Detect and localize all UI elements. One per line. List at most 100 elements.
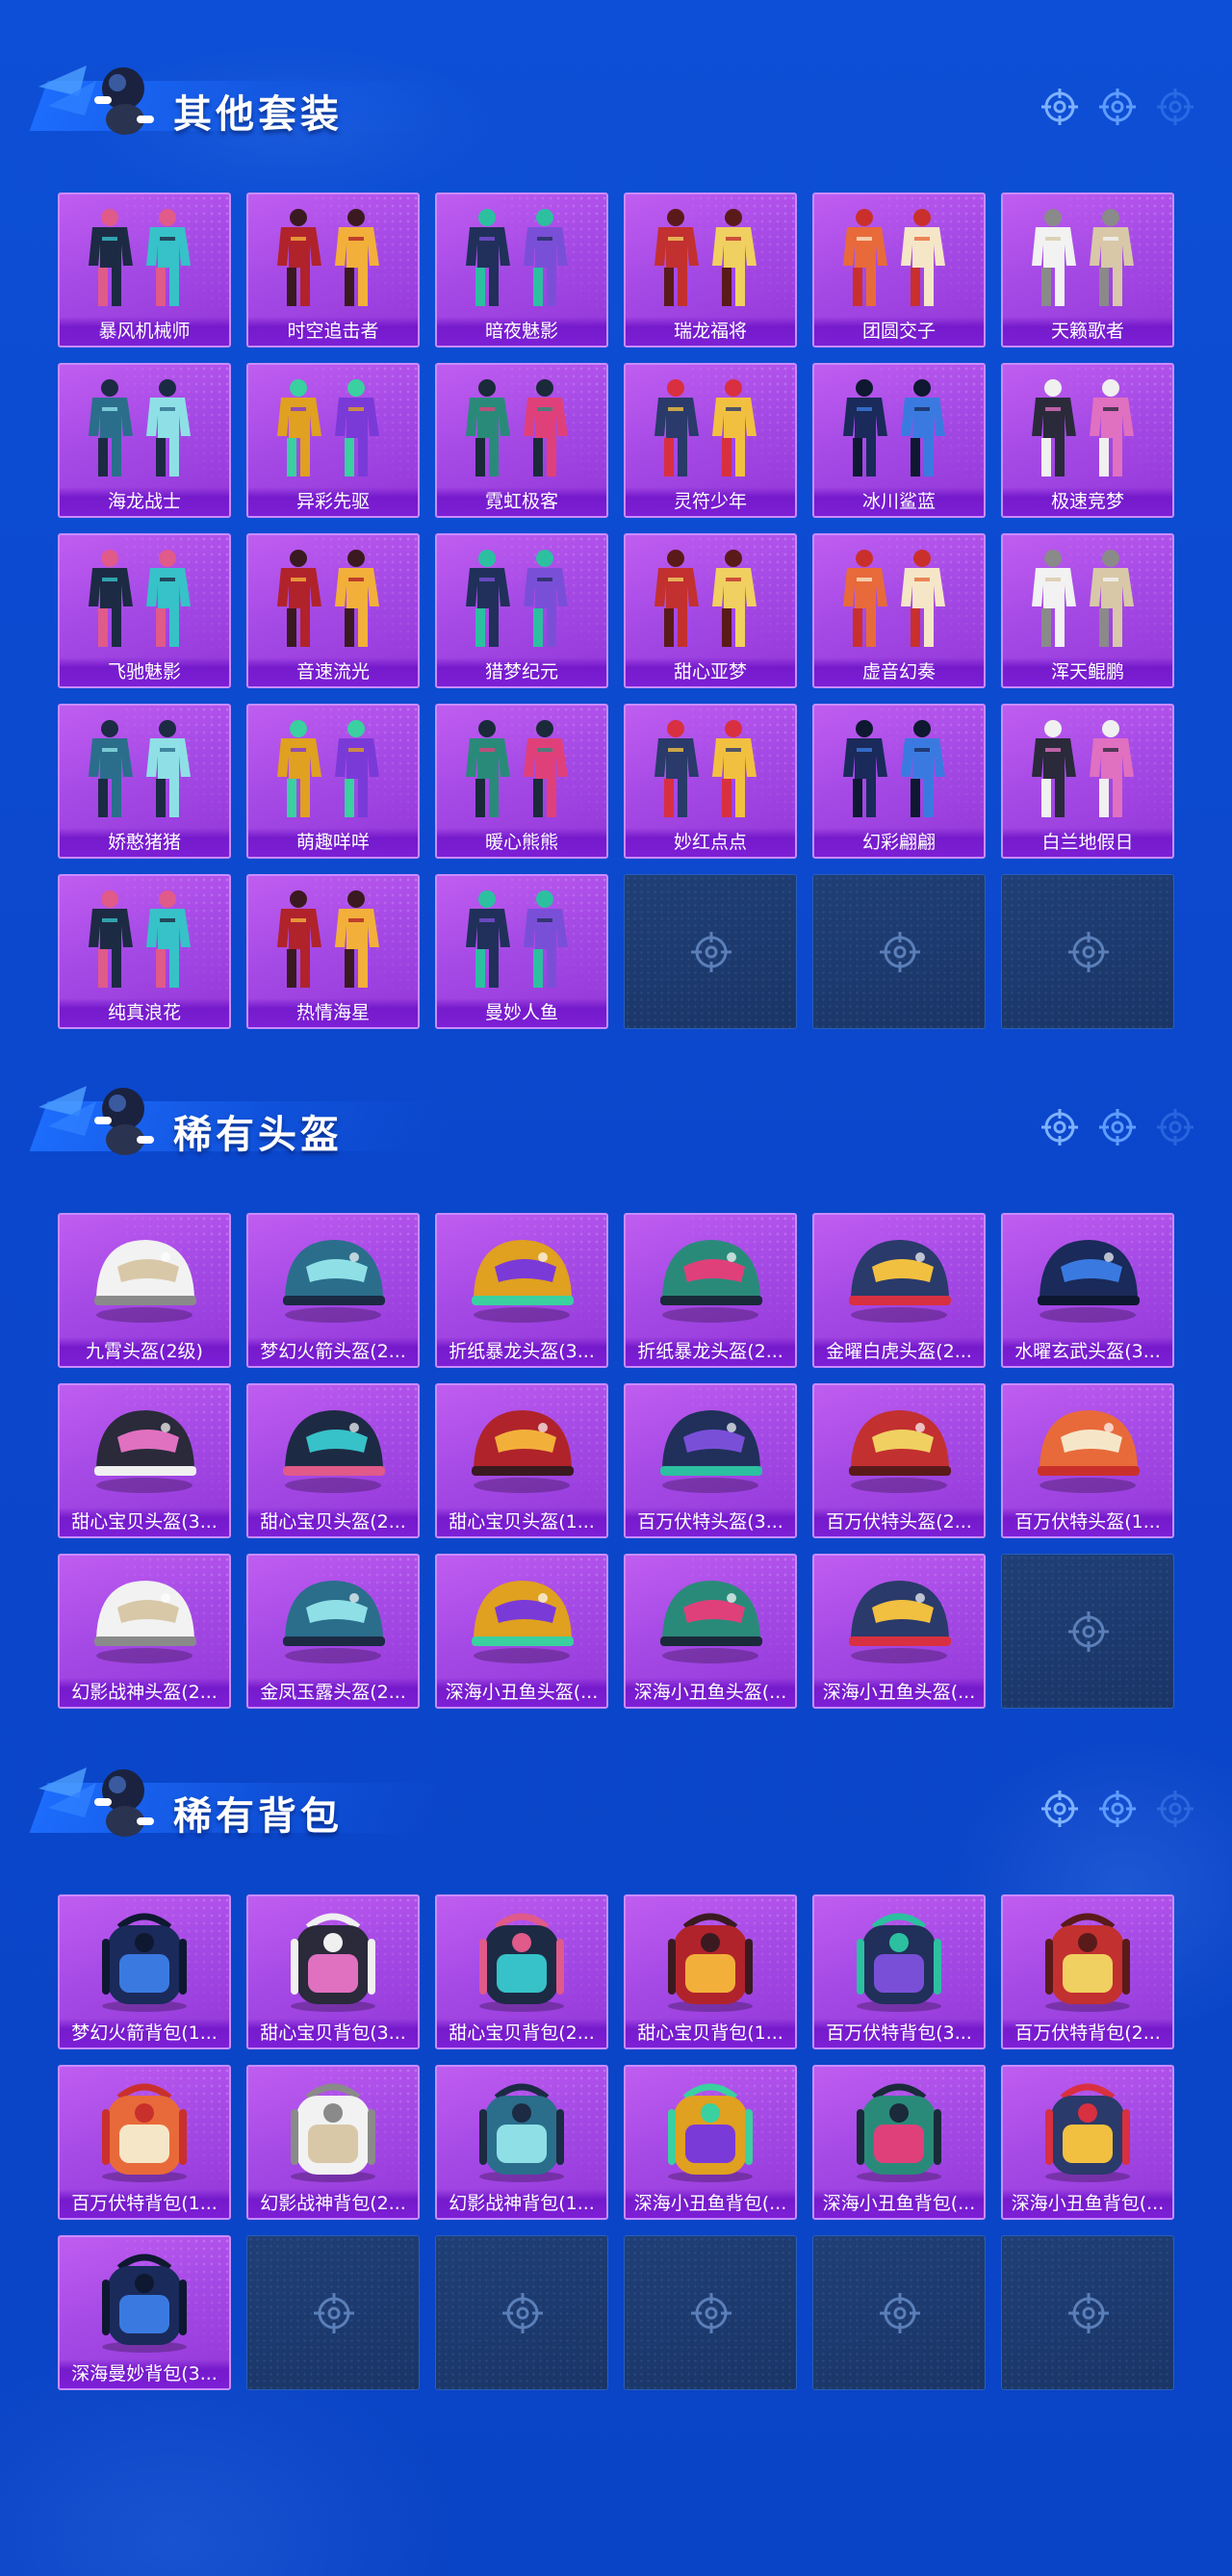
backpack-thumbnail xyxy=(857,1913,941,2012)
outfit-thumbnail xyxy=(89,379,191,477)
helmet-card[interactable]: 百万伏特头盔(1... xyxy=(1001,1383,1174,1538)
helmet-thumbnail xyxy=(660,1581,762,1663)
outfit-card[interactable]: 娇憨猪猪 xyxy=(58,704,231,859)
helmet-card[interactable]: 金曜白虎头盔(2... xyxy=(812,1213,986,1368)
outfit-card[interactable]: 霓虹极客 xyxy=(435,363,608,518)
helmet-card[interactable]: 梦幻火箭头盔(2... xyxy=(246,1213,420,1368)
helmet-card[interactable]: 九霄头盔(2级) xyxy=(58,1213,231,1368)
item-name: 虚音幻奏 xyxy=(814,657,984,686)
outfit-card[interactable]: 暗夜魅影 xyxy=(435,193,608,348)
item-name: 深海小丑鱼头盔(... xyxy=(814,1678,984,1707)
outfit-card[interactable]: 瑞龙福将 xyxy=(624,193,797,348)
outfit-card[interactable]: 猎梦纪元 xyxy=(435,533,608,688)
backpack-card[interactable]: 深海小丑鱼背包(... xyxy=(624,2065,797,2220)
backpack-card[interactable]: 甜心宝贝背包(1... xyxy=(624,1894,797,2049)
helmet-card[interactable]: 甜心宝贝头盔(2... xyxy=(246,1383,420,1538)
parachuter-icon xyxy=(38,65,154,135)
outfit-card[interactable]: 灵符少年 xyxy=(624,363,797,518)
outfit-card[interactable]: 纯真浪花 xyxy=(58,874,231,1029)
helmet-card[interactable]: 幻影战神头盔(2... xyxy=(58,1554,231,1709)
outfit-card[interactable]: 暖心熊熊 xyxy=(435,704,608,859)
crosshair-icon xyxy=(1068,2293,1109,2333)
helmet-card[interactable]: 深海小丑鱼头盔(... xyxy=(812,1554,986,1709)
item-name: 梦幻火箭背包(1... xyxy=(60,2019,229,2048)
helmet-thumbnail xyxy=(94,1581,196,1663)
outfit-card[interactable]: 天籁歌者 xyxy=(1001,193,1174,348)
backpack-card[interactable]: 百万伏特背包(2... xyxy=(1001,1894,1174,2049)
outfit-thumbnail xyxy=(466,550,568,647)
item-name: 萌趣咩咩 xyxy=(248,828,418,857)
backpack-card[interactable]: 百万伏特背包(3... xyxy=(812,1894,986,2049)
outfit-thumbnail xyxy=(89,550,191,647)
outfit-card[interactable]: 团圆交子 xyxy=(812,193,986,348)
section-header: 其他套装 xyxy=(29,48,452,154)
helmet-card[interactable]: 折纸暴龙头盔(3... xyxy=(435,1213,608,1368)
helmet-card[interactable]: 金凤玉露头盔(2... xyxy=(246,1554,420,1709)
outfit-card[interactable]: 萌趣咩咩 xyxy=(246,704,420,859)
outfit-card[interactable]: 甜心亚梦 xyxy=(624,533,797,688)
item-name: 纯真浪花 xyxy=(60,998,229,1027)
helmet-card[interactable]: 水曜玄武头盔(3... xyxy=(1001,1213,1174,1368)
crosshair-icon xyxy=(1099,89,1136,125)
backpack-card[interactable]: 幻影战神背包(1... xyxy=(435,2065,608,2220)
item-name: 幻影战神背包(2... xyxy=(248,2189,418,2218)
backpack-thumbnail xyxy=(668,2083,753,2182)
item-name: 飞驰魅影 xyxy=(60,657,229,686)
backpack-card[interactable]: 甜心宝贝背包(2... xyxy=(435,1894,608,2049)
outfit-card[interactable]: 热情海星 xyxy=(246,874,420,1029)
item-name: 妙红点点 xyxy=(626,828,795,857)
helmet-thumbnail xyxy=(283,1581,385,1663)
item-name: 曼妙人鱼 xyxy=(437,998,606,1027)
outfit-card[interactable]: 虚音幻奏 xyxy=(812,533,986,688)
backpack-card[interactable]: 深海曼妙背包(3... xyxy=(58,2235,231,2390)
item-name: 幻影战神头盔(2... xyxy=(60,1678,229,1707)
backpack-thumbnail xyxy=(1045,1913,1130,2012)
helmet-card[interactable]: 深海小丑鱼头盔(... xyxy=(624,1554,797,1709)
outfit-card[interactable]: 幻彩翩翩 xyxy=(812,704,986,859)
backpack-card[interactable]: 梦幻火箭背包(1... xyxy=(58,1894,231,2049)
outfit-card[interactable]: 音速流光 xyxy=(246,533,420,688)
outfit-thumbnail xyxy=(1032,720,1134,817)
outfit-card[interactable]: 浑天鲲鹏 xyxy=(1001,533,1174,688)
backpack-card[interactable]: 幻影战神背包(2... xyxy=(246,2065,420,2220)
outfit-card[interactable]: 妙红点点 xyxy=(624,704,797,859)
outfit-card[interactable]: 飞驰魅影 xyxy=(58,533,231,688)
helmet-card[interactable]: 百万伏特头盔(3... xyxy=(624,1383,797,1538)
item-name: 热情海星 xyxy=(248,998,418,1027)
backpack-card[interactable]: 深海小丑鱼背包(... xyxy=(1001,2065,1174,2220)
outfit-thumbnail xyxy=(654,720,757,817)
helmet-thumbnail xyxy=(283,1240,385,1323)
backpack-card[interactable]: 百万伏特背包(1... xyxy=(58,2065,231,2220)
outfit-card[interactable]: 暴风机械师 xyxy=(58,193,231,348)
helmet-card[interactable]: 折纸暴龙头盔(2... xyxy=(624,1213,797,1368)
outfit-card[interactable]: 异彩先驱 xyxy=(246,363,420,518)
empty-slot xyxy=(624,2235,797,2390)
item-name: 极速竞梦 xyxy=(1003,487,1172,516)
item-name: 霓虹极客 xyxy=(437,487,606,516)
item-name: 折纸暴龙头盔(3... xyxy=(437,1337,606,1366)
outfit-thumbnail xyxy=(1032,209,1134,306)
backpack-card[interactable]: 甜心宝贝背包(3... xyxy=(246,1894,420,2049)
outfit-card[interactable]: 极速竞梦 xyxy=(1001,363,1174,518)
item-name: 百万伏特头盔(1... xyxy=(1003,1507,1172,1536)
item-name: 灵符少年 xyxy=(626,487,795,516)
outfit-card[interactable]: 时空追击者 xyxy=(246,193,420,348)
outfit-card[interactable]: 冰川鲨蓝 xyxy=(812,363,986,518)
helmet-card[interactable]: 甜心宝贝头盔(3... xyxy=(58,1383,231,1538)
outfit-card[interactable]: 白兰地假日 xyxy=(1001,704,1174,859)
crosshair-icon xyxy=(1068,1611,1109,1652)
outfit-card[interactable]: 海龙战士 xyxy=(58,363,231,518)
helmet-thumbnail xyxy=(94,1410,196,1493)
outfit-card[interactable]: 曼妙人鱼 xyxy=(435,874,608,1029)
item-grid: 九霄头盔(2级) 梦幻火箭头盔(2... 折纸暴龙头盔(3... 折纸暴龙头盔(2..… xyxy=(58,1213,1174,1709)
helmet-card[interactable]: 百万伏特头盔(2... xyxy=(812,1383,986,1538)
crosshair-icon xyxy=(1041,1109,1078,1146)
item-name: 瑞龙福将 xyxy=(626,317,795,346)
item-name: 水曜玄武头盔(3... xyxy=(1003,1337,1172,1366)
helmet-card[interactable]: 甜心宝贝头盔(1... xyxy=(435,1383,608,1538)
helmet-card[interactable]: 深海小丑鱼头盔(... xyxy=(435,1554,608,1709)
item-name: 娇憨猪猪 xyxy=(60,828,229,857)
backpack-card[interactable]: 深海小丑鱼背包(... xyxy=(812,2065,986,2220)
empty-slot xyxy=(246,2235,420,2390)
outfit-thumbnail xyxy=(654,379,757,477)
